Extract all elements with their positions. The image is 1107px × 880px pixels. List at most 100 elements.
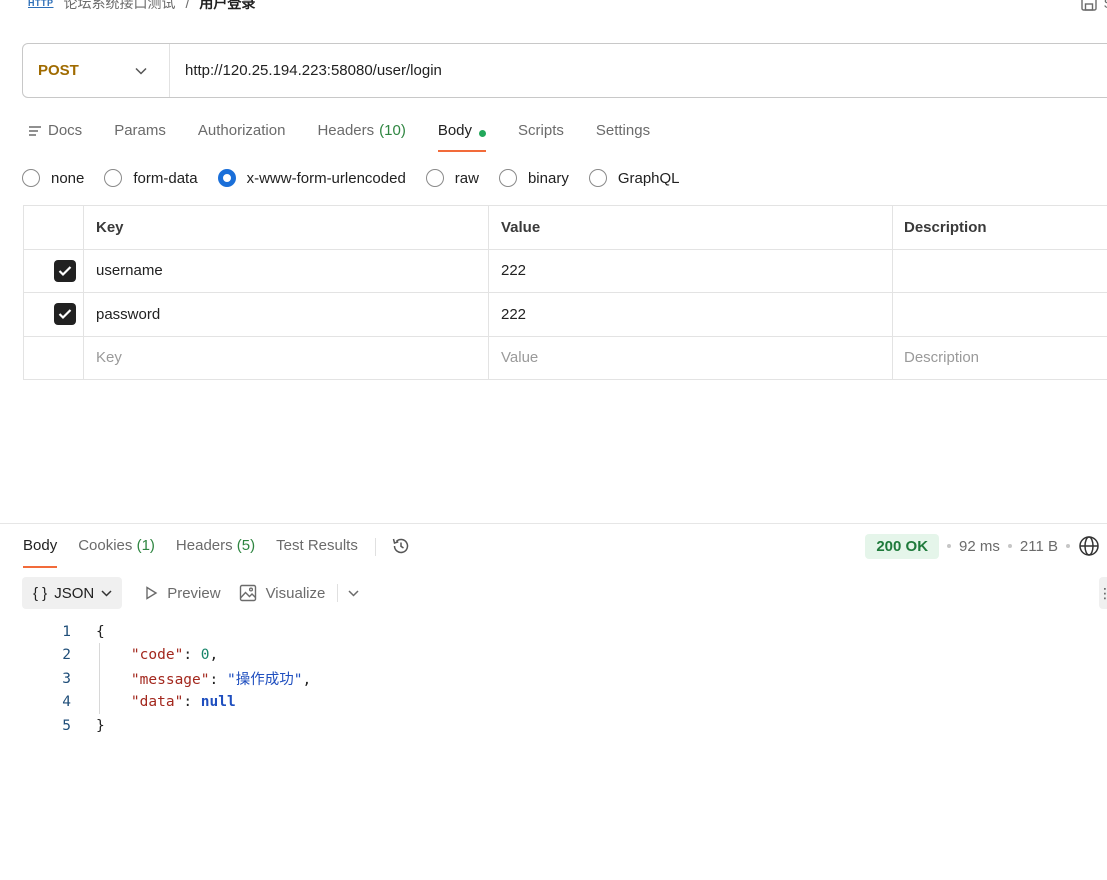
code-line: 1 { <box>0 620 311 644</box>
tab-authorization[interactable]: Authorization <box>198 118 286 152</box>
radio-button[interactable] <box>588 169 607 187</box>
method-select[interactable]: POST <box>23 44 170 97</box>
radio-button[interactable] <box>425 169 444 187</box>
response-headers-count: (5) <box>236 537 256 554</box>
response-tab-body[interactable]: Body <box>23 534 58 568</box>
line-number: 1 <box>62 623 71 640</box>
headers-count: (10) <box>379 122 406 139</box>
row-checkbox[interactable] <box>54 303 76 326</box>
value-cell[interactable]: 222 <box>488 292 893 337</box>
radio-raw[interactable]: raw <box>425 169 479 187</box>
format-select[interactable]: { } JSON <box>22 577 123 609</box>
divider <box>337 584 339 602</box>
json-value: 0 <box>200 647 210 664</box>
tab-label: Authorization <box>197 122 286 139</box>
radio-none[interactable]: none <box>22 169 84 187</box>
visualize-button[interactable]: Visualize <box>239 584 326 602</box>
key-input[interactable]: Key <box>83 335 489 380</box>
response-tab-headers[interactable]: Headers (5) <box>176 534 255 568</box>
preview-button[interactable]: Preview <box>144 584 221 602</box>
json-key: "data" <box>130 694 184 711</box>
radio-button[interactable] <box>22 169 40 187</box>
radio-binary[interactable]: binary <box>498 169 569 187</box>
code-line: 4 "data": null <box>0 691 311 715</box>
more-options-icon[interactable]: ⋮ <box>1098 577 1107 609</box>
checkmark-icon <box>58 265 72 276</box>
preview-label: Preview <box>167 584 221 602</box>
checkmark-icon <box>58 309 72 320</box>
response-tab-test-results[interactable]: Test Results <box>276 534 358 568</box>
description-cell[interactable] <box>892 292 1107 337</box>
response-tab-cookies[interactable]: Cookies (1) <box>78 534 155 568</box>
tab-label: Headers <box>317 122 375 139</box>
tab-body[interactable]: Body <box>437 118 487 152</box>
line-number: 2 <box>62 647 71 664</box>
body-type-selector: none form-data x-www-form-urlencoded raw… <box>22 167 700 189</box>
radio-button[interactable] <box>104 169 123 187</box>
description-cell[interactable] <box>892 248 1107 293</box>
divider <box>374 538 376 556</box>
tab-label: Body <box>437 122 473 139</box>
separator-dot <box>1007 544 1012 548</box>
breadcrumb: HTTP 论坛系统接口测试 / 用户登录 <box>28 0 255 14</box>
key-cell[interactable]: username <box>83 248 489 293</box>
radio-label: none <box>51 169 85 187</box>
radio-x-www-form-urlencoded[interactable]: x-www-form-urlencoded <box>217 169 406 187</box>
breadcrumb-parent[interactable]: 论坛系统接口测试 <box>64 0 176 13</box>
response-toolbar: { } JSON Preview Visualize <box>22 577 359 609</box>
status-badge[interactable]: 200 OK <box>865 533 940 559</box>
visualize-label: Visualize <box>265 584 326 602</box>
chevron-down-icon[interactable] <box>348 589 359 597</box>
tab-scripts[interactable]: Scripts <box>518 118 564 152</box>
method-label: POST <box>38 62 79 79</box>
code-text: "data": null <box>130 694 236 711</box>
save-label: S <box>1104 0 1107 11</box>
tab-params[interactable]: Params <box>114 118 166 152</box>
response-body-viewer[interactable]: 1 { 2 "code": 0, 3 "message": "操作成功", 4 … <box>0 620 311 738</box>
body-active-dot <box>479 130 487 137</box>
chevron-down-icon <box>101 589 112 597</box>
request-title[interactable]: 用户登录 <box>199 0 255 13</box>
tab-label: Cookies <box>78 537 133 554</box>
radio-label: x-www-form-urlencoded <box>246 169 406 187</box>
save-button[interactable]: S <box>1080 0 1107 12</box>
url-input[interactable]: http://120.25.194.223:58080/user/login <box>170 62 442 79</box>
tab-settings[interactable]: Settings <box>596 118 650 152</box>
http-request-icon: HTTP <box>28 0 54 8</box>
radio-label: binary <box>527 169 569 187</box>
globe-icon[interactable] <box>1078 535 1100 557</box>
value-input[interactable]: Value <box>488 335 893 380</box>
row-check-cell <box>23 335 84 380</box>
column-header-value: Value <box>488 205 893 250</box>
radio-button-checked[interactable] <box>217 169 236 187</box>
radio-form-data[interactable]: form-data <box>104 169 198 187</box>
json-value: null <box>200 694 236 711</box>
row-checkbox[interactable] <box>54 259 76 282</box>
tab-label: Params <box>114 122 166 139</box>
tab-docs[interactable]: Docs <box>28 118 82 152</box>
column-header-description: Description <box>892 205 1107 250</box>
image-icon <box>239 584 256 602</box>
tab-label: Headers <box>175 537 233 554</box>
description-input[interactable]: Description <box>892 335 1107 380</box>
panel-divider[interactable] <box>0 523 1107 524</box>
response-time[interactable]: 92 ms <box>959 538 1000 555</box>
header-check-col <box>23 205 84 250</box>
radio-graphql[interactable]: GraphQL <box>588 169 680 187</box>
key-cell[interactable]: password <box>83 292 489 337</box>
line-number: 5 <box>62 717 71 734</box>
json-value: "操作成功" <box>226 672 303 689</box>
table-row: password 222 <box>23 292 1107 337</box>
response-meta: 200 OK 92 ms 211 B <box>865 533 1100 559</box>
radio-label: GraphQL <box>617 169 680 187</box>
row-check-cell <box>23 248 84 293</box>
format-label: JSON <box>54 584 95 602</box>
code-text: "code": 0, <box>130 647 219 664</box>
column-header-key: Key <box>83 205 489 250</box>
value-cell[interactable]: 222 <box>488 248 893 293</box>
tab-headers[interactable]: Headers (10) <box>317 118 405 152</box>
history-icon[interactable] <box>390 535 412 557</box>
body-params-table: Key Value Description username 222 passw… <box>23 205 1107 380</box>
response-size[interactable]: 211 B <box>1020 538 1058 555</box>
radio-button[interactable] <box>498 169 517 187</box>
